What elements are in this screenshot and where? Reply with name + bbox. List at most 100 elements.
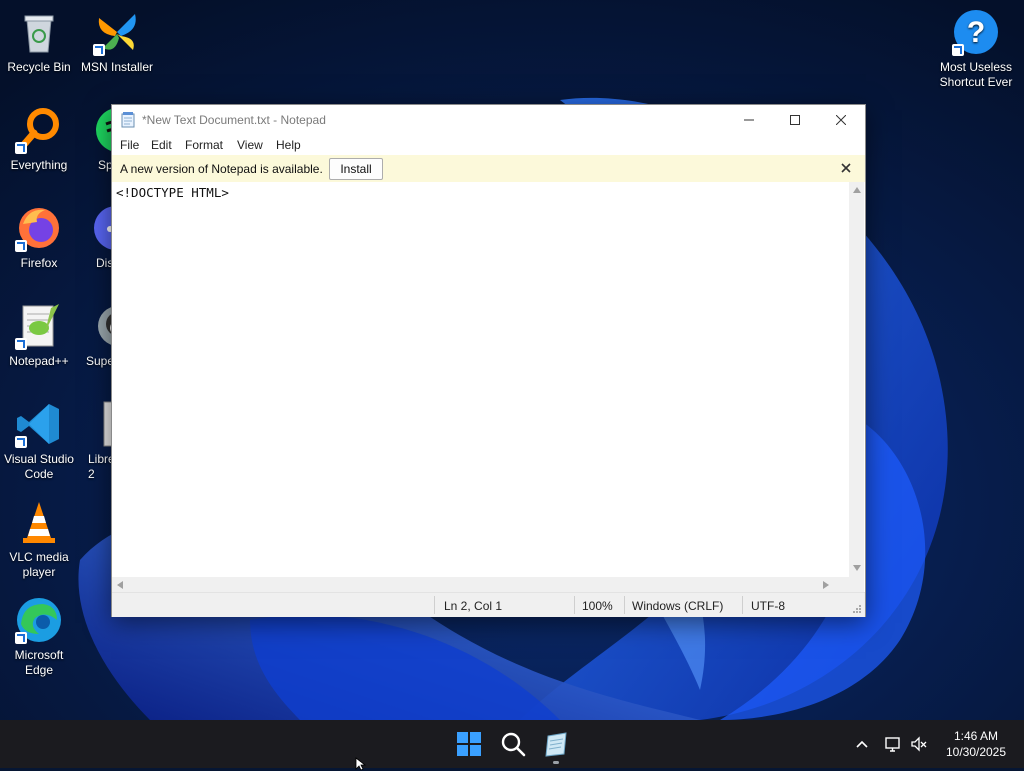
status-position: Ln 2, Col 1 [444,599,503,613]
desktop-icon-label: Firefox [20,256,58,270]
firefox-icon [15,204,63,252]
scroll-right-icon[interactable] [823,581,829,589]
editor-content: <!DOCTYPE HTML> [116,185,229,200]
status-line-ending: Windows (CRLF) [632,599,724,613]
vertical-scrollbar[interactable] [849,182,864,577]
maximize-button[interactable] [772,105,818,135]
clock-date: 10/30/2025 [945,745,1007,759]
install-button[interactable]: Install [329,158,383,180]
speaker-muted-icon [911,736,927,752]
shortcut-arrow-icon [952,44,964,56]
shortcut-arrow-icon [15,632,27,644]
scroll-up-icon[interactable] [853,187,861,193]
infobar-close-icon[interactable] [840,162,852,174]
close-button[interactable] [818,105,864,135]
notepad-app-icon [121,112,135,128]
minimize-icon [744,119,754,121]
status-separator [574,596,575,614]
desktop-icon-libreoffice[interactable]: Libre 2 [78,400,111,482]
close-icon [836,115,846,125]
start-button[interactable] [455,730,483,758]
status-separator [434,596,435,614]
title-bar[interactable]: *New Text Document.txt - Notepad [112,105,865,135]
edge-icon [15,596,63,644]
chevron-up-icon [856,740,868,748]
menu-bar: File Edit Format View Help [112,135,865,155]
desktop-icon-firefox[interactable]: Firefox [0,204,78,271]
maximize-icon [790,115,800,125]
status-separator [624,596,625,614]
supertux-icon [94,302,111,350]
magnifier-icon [15,106,63,154]
menu-edit[interactable]: Edit [151,138,172,152]
desktop-icon-notepad-plus-plus[interactable]: Notepad++ [0,302,78,369]
desktop-icon-everything[interactable]: Everything [0,106,78,173]
recycle-bin-icon [15,8,63,56]
taskbar: 1:46 AM 10/30/2025 [0,720,1024,768]
taskbar-notepad-button[interactable] [542,730,570,758]
status-encoding: UTF-8 [751,599,785,613]
desktop-icon-label: MSN Installer [80,60,154,74]
text-editor[interactable]: <!DOCTYPE HTML> [112,182,849,577]
scroll-down-icon[interactable] [853,565,861,571]
running-indicator [553,761,559,764]
search-icon [501,732,526,757]
vscode-icon [15,400,63,448]
desktop-icon-vlc[interactable]: VLC media player [0,498,78,580]
desktop-icon-label: Most Useless Shortcut Ever [939,60,1013,89]
msn-butterfly-icon [93,8,141,56]
update-infobar: A new version of Notepad is available. I… [112,155,865,182]
notepad-window[interactable]: *New Text Document.txt - Notepad File Ed… [111,104,866,617]
mouse-pointer-icon [355,757,367,771]
vlc-cone-icon [15,498,63,546]
resize-grip-icon[interactable] [852,604,862,614]
desktop-icon-supertux[interactable]: Supe [78,302,111,369]
menu-format[interactable]: Format [185,138,223,152]
windows-start-icon [457,732,481,756]
shortcut-arrow-icon [15,142,27,154]
desktop-icon-msn-installer[interactable]: MSN Installer [78,8,156,75]
desktop-icon-discord[interactable]: Dis [78,204,111,271]
spotify-icon [94,106,111,154]
shortcut-arrow-icon [15,338,27,350]
desktop-icon-label: Everything [10,158,68,172]
shortcut-arrow-icon [15,240,27,252]
desktop-icon-spotify[interactable]: Sp [78,106,111,173]
network-icon [885,737,900,752]
clock[interactable]: 1:46 AM 10/30/2025 [936,728,1016,760]
svg-text:?: ? [967,16,985,49]
network-button[interactable] [883,734,903,754]
desktop-icon-vscode[interactable]: Visual Studio Code [0,400,78,482]
desktop-icon-most-useless-shortcut[interactable]: ? Most Useless Shortcut Ever [936,8,1016,90]
shortcut-arrow-icon [15,436,27,448]
status-separator [742,596,743,614]
desktop-icon-label: Notepad++ [9,354,69,368]
notepad-icon [545,732,567,757]
scrollbar-corner [849,577,864,592]
clock-time: 1:46 AM [953,729,999,743]
desktop-icon-label: Libre 2 [88,452,111,481]
desktop-icon-label: Visual Studio Code [4,452,74,481]
minimize-button[interactable] [726,105,772,135]
update-message: A new version of Notepad is available. [120,162,323,176]
menu-view[interactable]: View [237,138,263,152]
libreoffice-icon [96,400,111,448]
desktop-icon-recycle-bin[interactable]: Recycle Bin [0,8,78,75]
desktop-icon-label: Sp [98,158,111,172]
menu-help[interactable]: Help [276,138,301,152]
menu-file[interactable]: File [120,138,139,152]
scroll-left-icon[interactable] [117,581,123,589]
show-hidden-icons-button[interactable] [852,734,872,754]
volume-button[interactable] [909,734,929,754]
help-question-icon: ? [952,8,1000,56]
discord-icon [92,204,111,252]
horizontal-scrollbar[interactable] [112,577,849,592]
window-title: *New Text Document.txt - Notepad [142,113,326,127]
desktop-icon-edge[interactable]: Microsoft Edge [0,596,78,678]
desktop-icon-label: VLC media player [9,550,69,579]
desktop-icon-label: Dis [96,256,111,270]
shortcut-arrow-icon [93,44,105,56]
status-zoom: 100% [582,599,613,613]
search-button[interactable] [499,730,527,758]
desktop-icon-label: Supe [86,354,111,368]
